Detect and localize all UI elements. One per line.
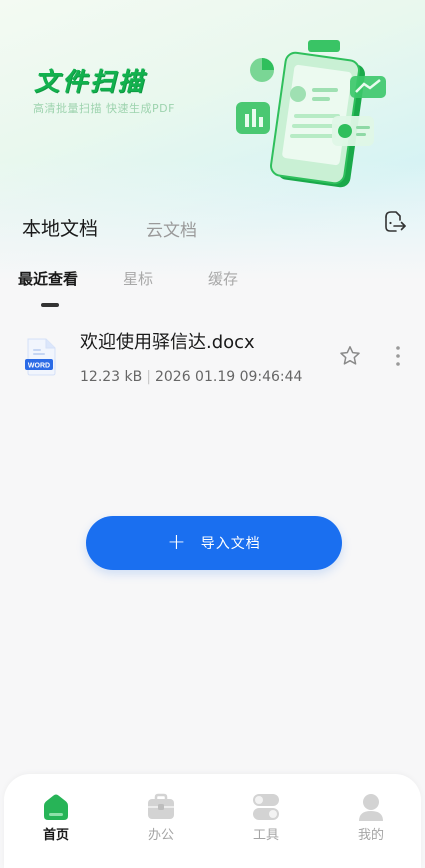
- nav-label-home: 首页: [42, 828, 69, 843]
- hero-title: 文件扫描: [34, 67, 147, 96]
- filter-tabs: 最近查看 星标 缓存: [18, 268, 318, 308]
- nav-item-me[interactable]: 我的: [341, 792, 401, 843]
- meta-separator: |: [146, 369, 151, 385]
- tab-starred[interactable]: 星标: [123, 268, 153, 289]
- star-icon[interactable]: [338, 344, 362, 368]
- file-meta: 12.23 kB | 2026 01.19 09:46:44: [80, 369, 302, 385]
- nav-item-office[interactable]: 办公: [131, 792, 191, 843]
- nav-item-tools[interactable]: 工具: [236, 792, 296, 843]
- tab-cache[interactable]: 缓存: [208, 268, 238, 289]
- file-date: 2026 01.19 09:46:44: [154, 369, 303, 385]
- nav-item-home[interactable]: 首页: [26, 792, 86, 843]
- user-icon: [359, 794, 383, 821]
- briefcase-icon: [148, 793, 174, 819]
- more-vertical-icon[interactable]: [388, 344, 408, 368]
- file-name: 欢迎使用驿信达.docx: [80, 332, 255, 353]
- home-icon: [44, 794, 68, 820]
- scanner-illustration-icon: [236, 40, 386, 188]
- export-icon[interactable]: [381, 209, 407, 235]
- list-item[interactable]: WORD 欢迎使用驿信达.docx 12.23 kB | 2026 01.19 09…: [0, 318, 425, 398]
- active-tab-indicator: [41, 303, 59, 307]
- tab-recent[interactable]: 最近查看: [18, 268, 78, 289]
- tab-cloud-documents[interactable]: 云文档: [146, 216, 197, 241]
- import-button-label: 导入文档: [200, 536, 261, 552]
- tab-local-documents[interactable]: 本地文档: [22, 214, 98, 241]
- toggles-icon: [253, 794, 279, 820]
- nav-label-office: 办公: [147, 828, 174, 843]
- hero-subtitle: 高清批量扫描 快速生成PDF: [33, 102, 175, 115]
- file-size: 12.23 kB: [80, 369, 143, 385]
- nav-label-tools: 工具: [252, 828, 279, 843]
- nav-label-me: 我的: [357, 828, 384, 843]
- plus-icon: +: [167, 530, 187, 555]
- file-type-badge: WORD: [28, 363, 50, 370]
- import-document-button[interactable]: + 导入文档: [86, 516, 342, 570]
- word-file-icon: WORD: [25, 338, 56, 376]
- bottom-navigation: 首页 办公 工具 我的: [4, 774, 421, 868]
